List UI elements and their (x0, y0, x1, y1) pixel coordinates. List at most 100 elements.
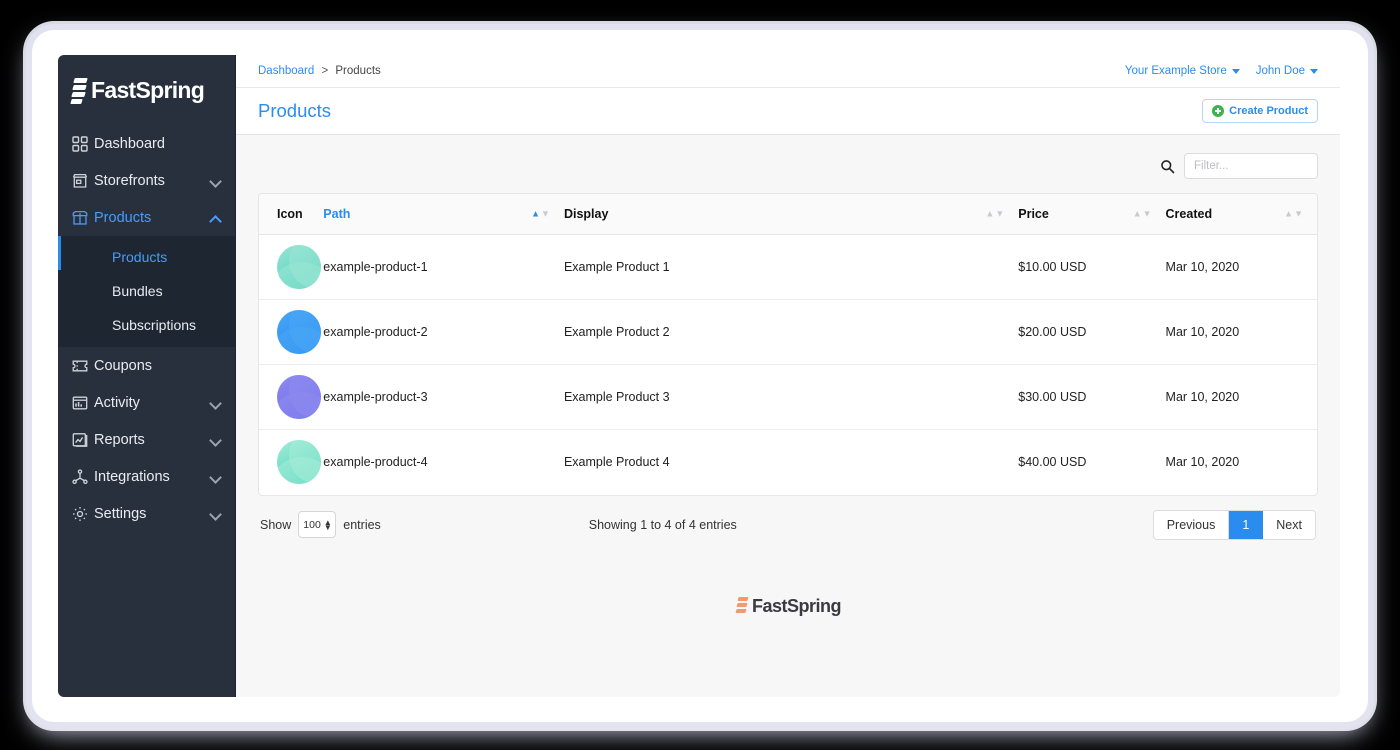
sidebar-item-label: Products (94, 209, 152, 226)
sidebar-subnav-products: Products Bundles Subscriptions (58, 236, 235, 347)
pagination-page-1[interactable]: 1 (1229, 510, 1264, 539)
showing-entries-info: Showing 1 to 4 of 4 entries (588, 517, 737, 532)
chevron-up-icon (211, 213, 221, 223)
product-icon-cell (259, 299, 324, 365)
product-icon-cell (259, 234, 324, 300)
products-table-head: Icon Path ▲ ▼ Display ▲ ▼ Price ▲ ▼ Crea… (259, 194, 1317, 235)
sort-arrows-icon: ▲ ▼ (1284, 208, 1303, 219)
chevron-down-icon (211, 509, 221, 519)
column-header-label: Path (323, 207, 351, 221)
table-row[interactable]: example-product-1 Example Product 1 $10.00… (259, 234, 1317, 300)
sidebar-item-label: Activity (94, 394, 140, 411)
entries-label: entries (343, 517, 381, 532)
sidebar-item-label: Reports (94, 431, 145, 448)
table-row[interactable]: example-product-3 Example Product 3 $30.00… (259, 364, 1317, 430)
product-created: Mar 10, 2020 (1165, 260, 1240, 274)
breadcrumb-current: Products (335, 65, 381, 77)
product-display-cell: Example Product 4 (564, 430, 1018, 495)
footer-logo-text: FastSpring (751, 596, 842, 616)
product-path-cell: example-product-3 (323, 364, 564, 430)
sidebar-item-integrations[interactable]: Integrations (58, 458, 235, 495)
breadcrumb-dashboard-link[interactable]: Dashboard (258, 65, 314, 77)
column-header-label: Created (1165, 207, 1213, 221)
sidebar-item-label: Storefronts (94, 172, 165, 189)
sidebar-subitem-label: Subscriptions (112, 317, 197, 333)
pagination-previous[interactable]: Previous (1153, 510, 1230, 539)
product-created: Mar 10, 2020 (1165, 325, 1240, 339)
product-display-cell: Example Product 3 (563, 364, 1019, 430)
user-menu[interactable]: John Doe (1256, 65, 1318, 77)
sort-arrows-icon: ▲ ▼ (985, 208, 1005, 219)
sidebar-subitem-subscriptions[interactable]: Subscriptions (58, 308, 235, 342)
create-product-button[interactable]: Create Product (1202, 99, 1318, 123)
column-header-label: Icon (277, 207, 303, 221)
product-created: Mar 10, 2020 (1165, 455, 1240, 470)
chevron-down-icon (211, 435, 221, 445)
product-created: Mar 10, 2020 (1165, 390, 1240, 404)
sort-arrows-icon: ▲ ▼ (1132, 208, 1152, 219)
product-price-cell: $20.00 USD (1018, 299, 1166, 365)
sidebar-item-coupons[interactable]: Coupons (58, 347, 235, 384)
breadcrumb: Dashboard > Products (258, 65, 381, 77)
gear-icon (72, 506, 94, 522)
product-path: example-product-2 (323, 325, 428, 339)
product-price: $20.00 USD (1018, 325, 1087, 339)
table-row[interactable]: example-product-2 Example Product 2 $20.00… (259, 299, 1317, 365)
fastspring-logo-mark-icon (735, 596, 749, 618)
brand-logo[interactable]: FastSpring (58, 55, 235, 125)
sidebar-item-dashboard[interactable]: Dashboard (58, 125, 235, 162)
brand-name: FastSpring (91, 76, 205, 103)
product-price-cell: $30.00 USD (1018, 364, 1166, 430)
product-avatar-green-icon (277, 440, 321, 485)
product-icon-cell (259, 430, 323, 495)
sidebar-item-settings[interactable]: Settings (58, 495, 235, 532)
sidebar-item-reports[interactable]: Reports (58, 421, 235, 458)
page-header: Products Create Product (236, 88, 1340, 135)
sort-arrows-icon: ▲ ▼ (531, 208, 550, 219)
sidebar-item-activity[interactable]: Activity (58, 384, 235, 421)
show-entries-control: Show 100 ▲ ▼ entries (260, 511, 381, 538)
entries-per-page-select[interactable]: 100 ▲ ▼ (298, 511, 337, 538)
product-avatar-teal-icon (277, 245, 321, 289)
product-avatar-blue-icon (277, 310, 321, 354)
column-header-created[interactable]: Created ▲ ▼ (1165, 194, 1317, 235)
product-path: example-product-1 (323, 260, 428, 274)
column-header-price[interactable]: Price ▲ ▼ (1018, 194, 1166, 235)
sidebar-item-label: Integrations (94, 468, 170, 485)
product-price: $40.00 USD (1018, 455, 1087, 470)
chevron-down-icon (211, 176, 221, 186)
products-panel: Icon Path ▲▼ Display ▲▼ (236, 135, 1340, 697)
table-header-row: Icon Path ▲ ▼ Display ▲ ▼ Price ▲ ▼ Crea… (259, 194, 1317, 235)
sidebar-item-storefronts[interactable]: Storefronts (58, 162, 235, 199)
product-path: example-product-3 (323, 390, 428, 404)
fastspring-logo-mark-icon (70, 77, 88, 104)
store-selector[interactable]: Your Example Store (1125, 65, 1240, 77)
chevron-down-icon (211, 472, 221, 482)
pagination: Previous 1 Next (1152, 509, 1316, 540)
column-header-path[interactable]: Path ▲ ▼ (323, 194, 564, 235)
entries-value: 100 (303, 518, 321, 531)
activity-icon (72, 395, 94, 411)
column-header-display[interactable]: Display ▲ ▼ (563, 194, 1019, 235)
product-created-cell: Mar 10, 2020 (1166, 430, 1317, 495)
sidebar-subitem-label: Bundles (112, 283, 163, 299)
table-row[interactable]: example-product-4 Example Product 4 $40.00… (259, 430, 1317, 495)
product-path-cell: example-product-4 (323, 430, 564, 495)
page-title: Products (258, 100, 332, 121)
product-display-cell: Example Product 1 (563, 234, 1019, 300)
product-path-cell: example-product-1 (323, 234, 564, 300)
app-window: FastSpring Dashboard Storefronts Product… (58, 55, 1340, 697)
filter-bar (258, 153, 1318, 179)
sidebar-subitem-bundles[interactable]: Bundles (58, 274, 235, 308)
search-icon (1160, 159, 1175, 174)
pagination-next[interactable]: Next (1263, 510, 1315, 539)
search-input[interactable] (1184, 153, 1318, 179)
sidebar-item-label: Dashboard (94, 135, 165, 152)
product-price-cell: $10.00 USD (1018, 234, 1166, 300)
sidebar-item-products[interactable]: Products (58, 199, 235, 236)
product-display: Example Product 2 (563, 325, 670, 339)
sidebar-subitem-products[interactable]: Products (58, 240, 235, 274)
products-table-card: Icon Path ▲ ▼ Display ▲ ▼ Price ▲ ▼ Crea… (258, 193, 1318, 496)
grid-icon (72, 135, 94, 152)
device-frame: FastSpring Dashboard Storefronts Product… (32, 30, 1368, 722)
